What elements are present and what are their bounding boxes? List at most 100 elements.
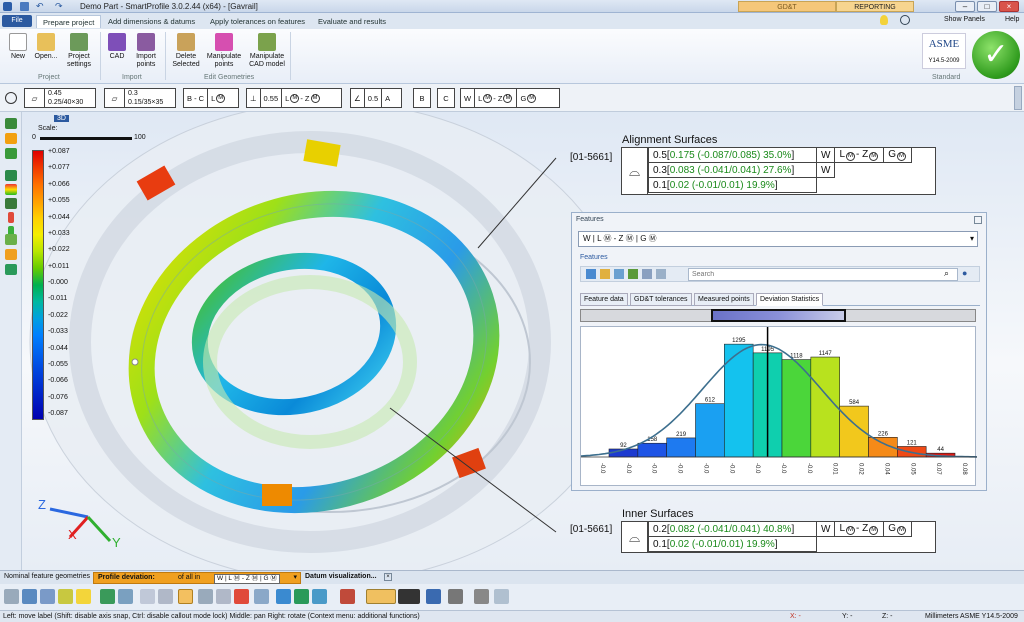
undo-icon[interactable]: ↶	[36, 1, 44, 12]
legend-toggle-icon[interactable]	[5, 184, 17, 195]
edit-icon[interactable]	[600, 269, 610, 279]
alignment-callout[interactable]: ⌓ 0.5[0.175 (-0.087/0.085) 35.0%] W L M - ZM…	[621, 147, 936, 195]
fcf-datum-c[interactable]: C	[437, 88, 455, 108]
comment-icon[interactable]	[5, 264, 17, 275]
minimize-button[interactable]: –	[955, 1, 975, 12]
save-icon[interactable]	[20, 2, 29, 11]
zoom-area-icon[interactable]	[158, 589, 173, 604]
box-select-icon[interactable]	[58, 589, 73, 604]
new-button[interactable]: New	[6, 33, 30, 61]
legend-value: -0.076	[48, 393, 68, 401]
panel-close-icon[interactable]	[974, 216, 982, 224]
view-3d-badge[interactable]: 3D	[54, 115, 69, 122]
magnet-icon[interactable]	[100, 589, 115, 604]
cad-button[interactable]: CAD	[104, 33, 130, 61]
feature-selector[interactable]: W | L Ⓜ - Z Ⓜ | G Ⓜ ▾	[578, 231, 978, 247]
mode-tab-reporting[interactable]: REPORTING	[836, 1, 914, 12]
manipulate-points-button[interactable]: Manipulate points	[204, 33, 244, 69]
layout-icon[interactable]	[448, 589, 463, 604]
layers-icon[interactable]	[198, 589, 213, 604]
camera-icon[interactable]	[426, 589, 441, 604]
search-icon[interactable]: ⌕	[944, 268, 949, 279]
tab-add-dimensions[interactable]: Add dimensions & datums	[102, 15, 201, 28]
paint-icon[interactable]	[22, 589, 37, 604]
fcf-flatness-2[interactable]: ▱ 0.3 0.15/35×35	[104, 88, 176, 108]
shading-icon[interactable]	[234, 589, 249, 604]
redo-icon[interactable]: ↷	[55, 1, 63, 12]
sort-icon[interactable]	[656, 269, 666, 279]
chevron-down-icon[interactable]: ▾	[293, 573, 297, 583]
show-panels-menu[interactable]: Show Panels	[944, 16, 985, 23]
legend-value: -0.011	[48, 295, 68, 303]
feature-search-input[interactable]	[688, 268, 958, 281]
fit-view-icon[interactable]	[178, 589, 193, 604]
select-icon[interactable]	[5, 133, 17, 144]
histogram-icon[interactable]	[5, 234, 17, 245]
profile-filter-chip[interactable]: W | L Ⓜ - Z Ⓜ | G Ⓜ	[214, 574, 280, 584]
open-button[interactable]: Open...	[32, 33, 60, 61]
tab-prepare-project[interactable]: Prepare project	[36, 15, 102, 28]
pointer-icon[interactable]	[4, 589, 19, 604]
lighting-icon[interactable]	[254, 589, 269, 604]
features-panel[interactable]: Features W | L Ⓜ - Z Ⓜ | G Ⓜ ▾ Features …	[571, 212, 987, 491]
group-project: Project	[38, 74, 60, 81]
fcf-flatness[interactable]: ▱ 0.45 0.25/40×30	[24, 88, 96, 108]
color-fill-icon[interactable]	[76, 589, 91, 604]
view-front-icon[interactable]	[276, 589, 291, 604]
tab-close-icon[interactable]: ×	[384, 573, 392, 581]
view-side-icon[interactable]	[294, 589, 309, 604]
tree-icon[interactable]	[5, 118, 17, 129]
tab-measured-points[interactable]: Measured points	[694, 293, 754, 306]
eye-icon[interactable]	[340, 589, 355, 604]
histogram-range-slider[interactable]	[580, 309, 976, 322]
section-plane-icon[interactable]	[366, 589, 396, 604]
tab-feature-data[interactable]: Feature data	[580, 293, 628, 306]
panels-icon[interactable]	[900, 15, 910, 25]
globe-icon[interactable]	[5, 92, 17, 104]
view-top-icon[interactable]	[312, 589, 327, 604]
filter-icon[interactable]	[614, 269, 624, 279]
tab-deviation-statistics[interactable]: Deviation Statistics	[756, 293, 824, 306]
tab-datum-visualization[interactable]: Datum visualization...	[305, 573, 377, 580]
arrows-icon[interactable]	[5, 198, 17, 209]
bulb-icon[interactable]	[880, 15, 888, 25]
fcf-datum-b[interactable]: B	[413, 88, 431, 108]
fcf-perpendicularity[interactable]: ⊥ 0.55 LM- ZM	[246, 88, 342, 108]
add-icon[interactable]	[586, 269, 596, 279]
scroll-handle[interactable]	[1014, 86, 1022, 110]
pin-red-icon[interactable]	[8, 212, 14, 223]
grid-icon[interactable]	[40, 589, 55, 604]
inner-callout[interactable]: ⌓ 0.2[0.082 (-0.041/0.041) 40.8%] W L M - ZM…	[621, 521, 936, 553]
mode-tab-gdt[interactable]: GD&T	[738, 1, 836, 12]
mesh-icon[interactable]	[5, 148, 17, 159]
file-menu-button[interactable]: File	[2, 15, 32, 27]
import-points-button[interactable]: Import points	[132, 33, 160, 69]
tab-apply-tolerances[interactable]: Apply tolerances on features	[204, 15, 311, 28]
fcf-angularity[interactable]: ∠ 0.5 A	[350, 88, 402, 108]
transparency-icon[interactable]	[494, 589, 509, 604]
tab-profile-deviation[interactable]: Profile deviation: of all in W | L Ⓜ - Z…	[93, 572, 301, 584]
x-tick-label: 0.07	[935, 463, 941, 475]
fcf-datum-wlzg[interactable]: W LM- ZM GM	[460, 88, 560, 108]
close-button[interactable]: ×	[999, 1, 1019, 12]
tab-nominal-geometries[interactable]: Nominal feature geometries	[4, 573, 90, 580]
manipulate-cad-button[interactable]: Manipulate CAD model	[246, 33, 288, 69]
tab-gdt-tolerances[interactable]: GD&T tolerances	[630, 293, 692, 306]
feature-icon[interactable]	[5, 170, 17, 181]
fcf-datum-bc[interactable]: B - C LM	[183, 88, 239, 108]
delete-selected-button[interactable]: Delete Selected	[170, 33, 202, 69]
range-window[interactable]	[711, 309, 846, 322]
arrow-tool-icon[interactable]	[118, 589, 133, 604]
project-settings-button[interactable]: Project settings	[62, 33, 96, 69]
tab-evaluate-results[interactable]: Evaluate and results	[312, 15, 392, 28]
highlight-icon[interactable]	[5, 249, 17, 260]
cube-icon[interactable]	[216, 589, 231, 604]
zoom-icon[interactable]	[140, 589, 155, 604]
measure-icon[interactable]	[398, 589, 420, 604]
info-icon[interactable]: ●	[962, 268, 967, 278]
link-icon[interactable]	[642, 269, 652, 279]
help-button[interactable]: Help	[1005, 16, 1019, 23]
maximize-button[interactable]: □	[977, 1, 997, 12]
visibility-icon[interactable]	[474, 589, 489, 604]
tree-view-icon[interactable]	[628, 269, 638, 279]
